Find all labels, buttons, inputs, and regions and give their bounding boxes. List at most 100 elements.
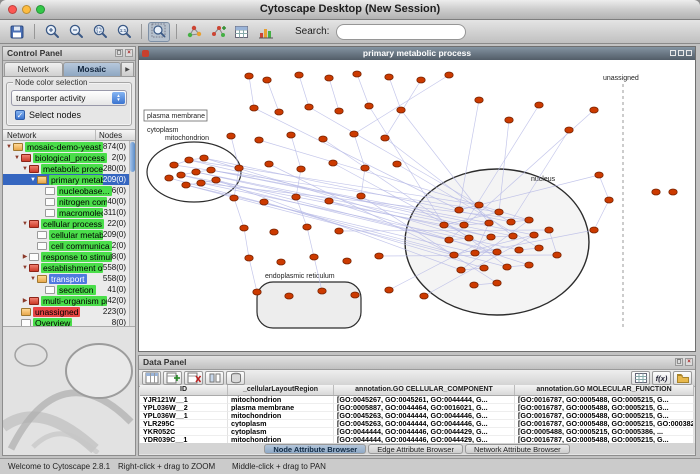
network-node[interactable] xyxy=(595,172,603,178)
network-node[interactable] xyxy=(245,255,253,261)
scrollbar-thumb[interactable] xyxy=(130,142,135,172)
tab-network-attribute-browser[interactable]: Network Attribute Browser xyxy=(465,444,570,454)
select-attributes-button[interactable] xyxy=(142,371,161,385)
network-node[interactable] xyxy=(535,245,543,251)
tree-row[interactable]: ▼metabolic process280(0) xyxy=(3,163,135,174)
network-node[interactable] xyxy=(590,227,598,233)
network-node[interactable] xyxy=(319,136,327,142)
network-node[interactable] xyxy=(212,177,220,183)
expander-icon[interactable]: ▼ xyxy=(29,276,37,282)
expander-icon[interactable]: ▼ xyxy=(21,166,29,172)
network-node[interactable] xyxy=(445,237,453,243)
tree-row[interactable]: cell communica2(0) xyxy=(3,240,135,251)
tree-row[interactable]: ▼primary metab209(0) xyxy=(3,174,135,185)
tree-row[interactable]: ▼transport558(0) xyxy=(3,273,135,284)
birds-eye-view[interactable] xyxy=(3,326,135,455)
expander-icon[interactable]: ▼ xyxy=(13,155,21,161)
network-node[interactable] xyxy=(357,193,365,199)
close-frame-icon[interactable] xyxy=(686,50,692,56)
network-node[interactable] xyxy=(177,172,185,178)
table-row[interactable]: YPL036W__2plasma membrane[GO:0005887, GO… xyxy=(140,404,694,412)
network-node[interactable] xyxy=(475,202,483,208)
network-view-titlebar[interactable]: primary metabolic process xyxy=(139,47,695,60)
network-node[interactable] xyxy=(485,220,493,226)
network-node[interactable] xyxy=(397,107,405,113)
network-node[interactable] xyxy=(197,180,205,186)
network-node[interactable] xyxy=(325,75,333,81)
expander-icon[interactable]: ▼ xyxy=(5,144,13,150)
network-node[interactable] xyxy=(503,264,511,270)
tab-overflow-arrow[interactable]: ▶ xyxy=(121,62,134,76)
network-node[interactable] xyxy=(385,74,393,80)
network-node[interactable] xyxy=(385,287,393,293)
column-header-region[interactable]: _cellularLayoutRegion xyxy=(228,385,334,395)
network-node[interactable] xyxy=(165,175,173,181)
delete-attribute-button[interactable] xyxy=(184,371,203,385)
network-node[interactable] xyxy=(275,109,283,115)
network-node[interactable] xyxy=(505,117,513,123)
save-session-button[interactable] xyxy=(6,22,28,42)
network-node[interactable] xyxy=(495,209,503,215)
graph-plus-button[interactable] xyxy=(207,22,229,42)
select-nodes-checkbox[interactable]: ✓ xyxy=(15,110,25,120)
network-node[interactable] xyxy=(420,293,428,299)
network-node[interactable] xyxy=(535,102,543,108)
tree-row[interactable]: ▶multi-organism pro42(0) xyxy=(3,295,135,306)
tab-edge-attribute-browser[interactable]: Edge Attribute Browser xyxy=(368,444,463,454)
tree-row[interactable]: secretion41(0) xyxy=(3,284,135,295)
network-node[interactable] xyxy=(325,198,333,204)
network-node[interactable] xyxy=(253,289,261,295)
network-node[interactable] xyxy=(295,72,303,78)
close-panel-icon[interactable]: × xyxy=(125,49,133,57)
tree-column-nodes[interactable]: Nodes xyxy=(96,130,135,140)
network-node[interactable] xyxy=(525,217,533,223)
network-node[interactable] xyxy=(669,189,677,195)
network-node[interactable] xyxy=(192,169,200,175)
network-node[interactable] xyxy=(227,133,235,139)
tree-row[interactable]: ▼biological_process2(0) xyxy=(3,152,135,163)
network-node[interactable] xyxy=(343,258,351,264)
network-node[interactable] xyxy=(277,259,285,265)
network-node[interactable] xyxy=(417,77,425,83)
network-node[interactable] xyxy=(465,235,473,241)
network-node[interactable] xyxy=(470,282,478,288)
network-node[interactable] xyxy=(455,207,463,213)
network-node[interactable] xyxy=(185,157,193,163)
matrix-view-button[interactable] xyxy=(631,371,650,385)
maximize-frame-icon[interactable] xyxy=(678,50,684,56)
network-node[interactable] xyxy=(292,194,300,200)
network-node[interactable] xyxy=(460,222,468,228)
zoom-out-button[interactable] xyxy=(65,22,87,42)
create-attribute-button[interactable] xyxy=(163,371,182,385)
network-node[interactable] xyxy=(515,247,523,253)
tree-column-network[interactable]: Network xyxy=(3,130,96,140)
network-node[interactable] xyxy=(375,253,383,259)
close-panel-icon[interactable]: × xyxy=(685,358,693,366)
network-node[interactable] xyxy=(310,254,318,260)
formula-builder-button[interactable]: f(x) xyxy=(652,371,671,385)
network-node[interactable] xyxy=(245,73,253,79)
table-row[interactable]: YKR052Ccytoplasm[GO:0044444, GO:0044446,… xyxy=(140,428,694,436)
network-node[interactable] xyxy=(305,104,313,110)
network-node[interactable] xyxy=(255,137,263,143)
network-node[interactable] xyxy=(530,232,538,238)
network-node[interactable] xyxy=(590,107,598,113)
network-node[interactable] xyxy=(445,72,453,78)
tree-row[interactable]: ▼establishment of lo558(0) xyxy=(3,262,135,273)
float-panel-icon[interactable]: ◻ xyxy=(115,49,123,57)
network-node[interactable] xyxy=(480,265,488,271)
tree-row[interactable]: ▼cellular process22(0) xyxy=(3,218,135,229)
network-node[interactable] xyxy=(329,160,337,166)
network-node[interactable] xyxy=(605,197,613,203)
network-node[interactable] xyxy=(381,135,389,141)
network-node[interactable] xyxy=(475,97,483,103)
network-node[interactable] xyxy=(525,262,533,268)
network-node[interactable] xyxy=(545,227,553,233)
network-node[interactable] xyxy=(553,252,561,258)
network-node[interactable] xyxy=(200,155,208,161)
network-node[interactable] xyxy=(652,189,660,195)
zoom-actual-button[interactable]: 1:1 xyxy=(113,22,135,42)
network-node[interactable] xyxy=(365,103,373,109)
network-node[interactable] xyxy=(565,127,573,133)
network-node[interactable] xyxy=(507,219,515,225)
